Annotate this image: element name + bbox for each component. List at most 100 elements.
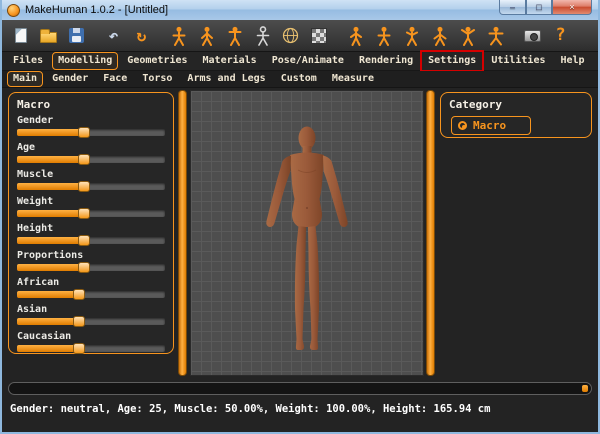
grab-screenshot-button[interactable] (519, 22, 546, 49)
title-bar[interactable]: MakeHuman 1.0.2 - [Untitled] – □ × (2, 0, 598, 20)
slider-fill (17, 264, 84, 271)
camera-icon (524, 30, 541, 42)
weight-slider-handle[interactable] (78, 208, 90, 219)
view-front-button[interactable] (342, 22, 369, 49)
caucasian-slider-track[interactable] (17, 345, 165, 352)
undo-button[interactable]: ↶ (100, 22, 127, 49)
tab-materials[interactable]: Materials (197, 52, 263, 70)
proportions-slider-track[interactable] (17, 264, 165, 271)
slider-fill (17, 210, 84, 217)
asian-slider-handle[interactable] (73, 316, 85, 327)
wireframe-globe-button[interactable] (277, 22, 304, 49)
globe-icon (282, 27, 299, 44)
caucasian-slider-handle[interactable] (73, 343, 85, 354)
pose-figure-icon (198, 26, 216, 46)
minimize-button[interactable]: – (499, 0, 526, 15)
pose-figure-icon (170, 26, 188, 46)
african-slider: African (17, 277, 165, 298)
new-document-icon (15, 28, 27, 43)
slider-label: African (17, 277, 165, 288)
load-model-button[interactable] (35, 22, 62, 49)
slider-label: Age (17, 142, 165, 153)
view-top-button[interactable] (454, 22, 481, 49)
slider-fill (17, 183, 84, 190)
slider-label: Gender (17, 115, 165, 126)
new-document-button[interactable] (7, 22, 34, 49)
star-figure-icon (487, 26, 505, 46)
figure-front-icon (347, 26, 365, 46)
tab-torso[interactable]: Torso (136, 71, 178, 87)
gender-slider-track[interactable] (17, 129, 165, 136)
height-slider-handle[interactable] (78, 235, 90, 246)
human-model (252, 125, 362, 357)
age-slider-track[interactable] (17, 156, 165, 163)
height-slider-track[interactable] (17, 237, 165, 244)
pose-figure-1-button[interactable] (165, 22, 192, 49)
viewport-3d[interactable] (190, 90, 424, 376)
slider-label: Height (17, 223, 165, 234)
view-right-button[interactable] (426, 22, 453, 49)
age-slider-handle[interactable] (78, 154, 90, 165)
slider-label: Muscle (17, 169, 165, 180)
checkerboard-icon (311, 28, 327, 44)
left-scrollbar[interactable] (178, 90, 187, 376)
category-option-label: Macro (473, 119, 506, 132)
tab-measure[interactable]: Measure (326, 71, 380, 87)
background-checker-button[interactable] (305, 22, 332, 49)
african-slider-track[interactable] (17, 291, 165, 298)
maximize-button[interactable]: □ (526, 0, 552, 15)
help-icon: ? (555, 27, 565, 44)
view-back-button[interactable] (370, 22, 397, 49)
category-panel: Category Macro (440, 92, 592, 138)
slider-label: Asian (17, 304, 165, 315)
category-option-macro[interactable]: Macro (451, 116, 531, 135)
caucasian-slider: Caucasian (17, 331, 165, 352)
app-icon (7, 4, 20, 17)
slider-fill (17, 345, 79, 352)
progress-bar (8, 382, 592, 395)
tab-help[interactable]: Help (555, 52, 591, 70)
weight-slider-track[interactable] (17, 210, 165, 217)
right-scrollbar[interactable] (426, 90, 435, 376)
reset-camera-button[interactable] (482, 22, 509, 49)
tab-face[interactable]: Face (97, 71, 133, 87)
close-button[interactable]: × (552, 0, 592, 15)
pose-figure-3-button[interactable] (221, 22, 248, 49)
tab-files[interactable]: Files (7, 52, 49, 70)
save-model-button[interactable] (63, 22, 90, 49)
status-bar: Gender: neutral, Age: 25, Muscle: 50.00%… (2, 399, 598, 419)
radio-selected-icon (458, 121, 467, 130)
muscle-slider-handle[interactable] (78, 181, 90, 192)
progress-accent (582, 385, 588, 392)
open-folder-icon (40, 32, 57, 43)
sub-tab-bar: Main Gender Face Torso Arms and Legs Cus… (2, 71, 598, 88)
view-left-button[interactable] (398, 22, 425, 49)
window-title: MakeHuman 1.0.2 - [Untitled] (25, 4, 168, 16)
makehuman-window: MakeHuman 1.0.2 - [Untitled] – □ × ↶ ↻ (0, 0, 600, 434)
asian-slider-track[interactable] (17, 318, 165, 325)
redo-button[interactable]: ↻ (128, 22, 155, 49)
tab-custom[interactable]: Custom (275, 71, 323, 87)
tab-utilities[interactable]: Utilities (485, 52, 551, 70)
muscle-slider-track[interactable] (17, 183, 165, 190)
tab-gender[interactable]: Gender (46, 71, 94, 87)
pose-figure-2-button[interactable] (193, 22, 220, 49)
toolbar: ↶ ↻ (2, 20, 598, 52)
gender-slider-handle[interactable] (78, 127, 90, 138)
african-slider-handle[interactable] (73, 289, 85, 300)
tab-arms-and-legs[interactable]: Arms and Legs (181, 71, 271, 87)
tab-pose-animate[interactable]: Pose/Animate (266, 52, 350, 70)
help-button[interactable]: ? (547, 22, 574, 49)
tab-rendering[interactable]: Rendering (353, 52, 419, 70)
tab-main[interactable]: Main (7, 71, 43, 87)
slider-label: Caucasian (17, 331, 165, 342)
tab-settings[interactable]: Settings (422, 52, 482, 70)
window-controls: – □ × (499, 0, 592, 15)
skeleton-view-button[interactable] (249, 22, 276, 49)
proportions-slider: Proportions (17, 250, 165, 271)
figure-top-icon (459, 26, 477, 46)
tab-geometries[interactable]: Geometries (121, 52, 193, 70)
tab-modelling[interactable]: Modelling (52, 52, 118, 70)
skeleton-icon (254, 26, 272, 46)
proportions-slider-handle[interactable] (78, 262, 90, 273)
